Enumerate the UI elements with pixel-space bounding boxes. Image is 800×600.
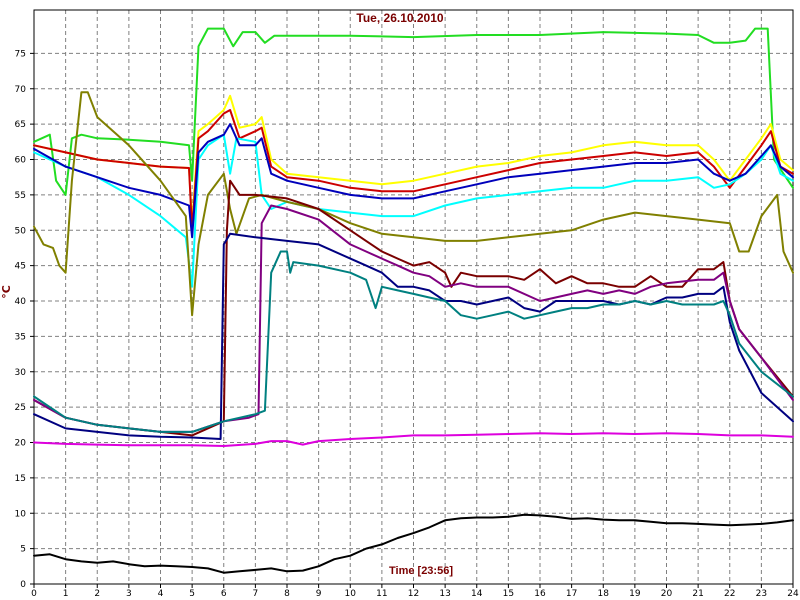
- x-tick-label: 2: [94, 589, 100, 599]
- y-tick-label: 70: [15, 85, 27, 95]
- x-tick-label: 20: [661, 589, 673, 599]
- y-tick-label: 75: [15, 49, 26, 59]
- chart-title: Tue, 26.10.2010: [356, 11, 443, 25]
- x-tick-label: 9: [316, 589, 322, 599]
- x-tick-label: 12: [408, 589, 419, 599]
- y-tick-label: 50: [15, 226, 27, 236]
- x-tick-label: 11: [376, 589, 387, 599]
- x-tick-label: 15: [503, 589, 514, 599]
- y-tick-label: 25: [15, 403, 26, 413]
- x-tick-label: 10: [345, 589, 357, 599]
- x-tick-label: 18: [598, 589, 610, 599]
- x-tick-label: 19: [629, 589, 641, 599]
- x-tick-label: 6: [221, 589, 227, 599]
- y-tick-label: 65: [15, 120, 26, 130]
- x-tick-label: 21: [692, 589, 703, 599]
- x-tick-label: 13: [439, 589, 450, 599]
- y-axis-label: °C: [0, 285, 13, 299]
- y-tick-label: 40: [15, 297, 27, 307]
- x-axis-label: Time [23:56]: [389, 565, 453, 577]
- x-tick-label: 23: [756, 589, 767, 599]
- x-tick-label: 5: [189, 589, 195, 599]
- x-tick-label: 1: [63, 589, 69, 599]
- y-tick-label: 45: [15, 262, 26, 272]
- x-tick-label: 22: [724, 589, 735, 599]
- x-tick-label: 16: [534, 589, 546, 599]
- chart-canvas: 0 1 2 3 4 5 6 7 8 9 10 11 12 13 14 15 16 17 18 19 20 21 22 23 24…: [0, 9, 799, 599]
- y-tick-label: 10: [15, 509, 27, 519]
- x-tick-label: 0: [31, 589, 37, 599]
- x-tick-label: 14: [471, 589, 483, 599]
- series-line-3: [33, 109, 794, 232]
- y-tick-label: 15: [15, 474, 26, 484]
- x-tick-label: 8: [284, 589, 290, 599]
- temperature-chart: 0 1 2 3 4 5 6 7 8 9 10 11 12 13 14 15 16 17 18 19 20 21 22 23 24…: [0, 0, 800, 600]
- x-tick-label: 24: [787, 589, 799, 599]
- y-tick-label: 0: [20, 580, 26, 590]
- x-tick-label: 4: [158, 589, 164, 599]
- y-tick-label: 20: [15, 439, 27, 449]
- y-tick-label: 35: [15, 332, 26, 342]
- y-tick-label: 5: [20, 545, 26, 555]
- y-tick-label: 30: [15, 368, 27, 378]
- y-tick-label: 55: [15, 191, 26, 201]
- x-tick-label: 7: [253, 589, 259, 599]
- y-tick-label: 60: [15, 156, 27, 166]
- x-tick-label: 3: [126, 589, 132, 599]
- x-tick-label: 17: [566, 589, 577, 599]
